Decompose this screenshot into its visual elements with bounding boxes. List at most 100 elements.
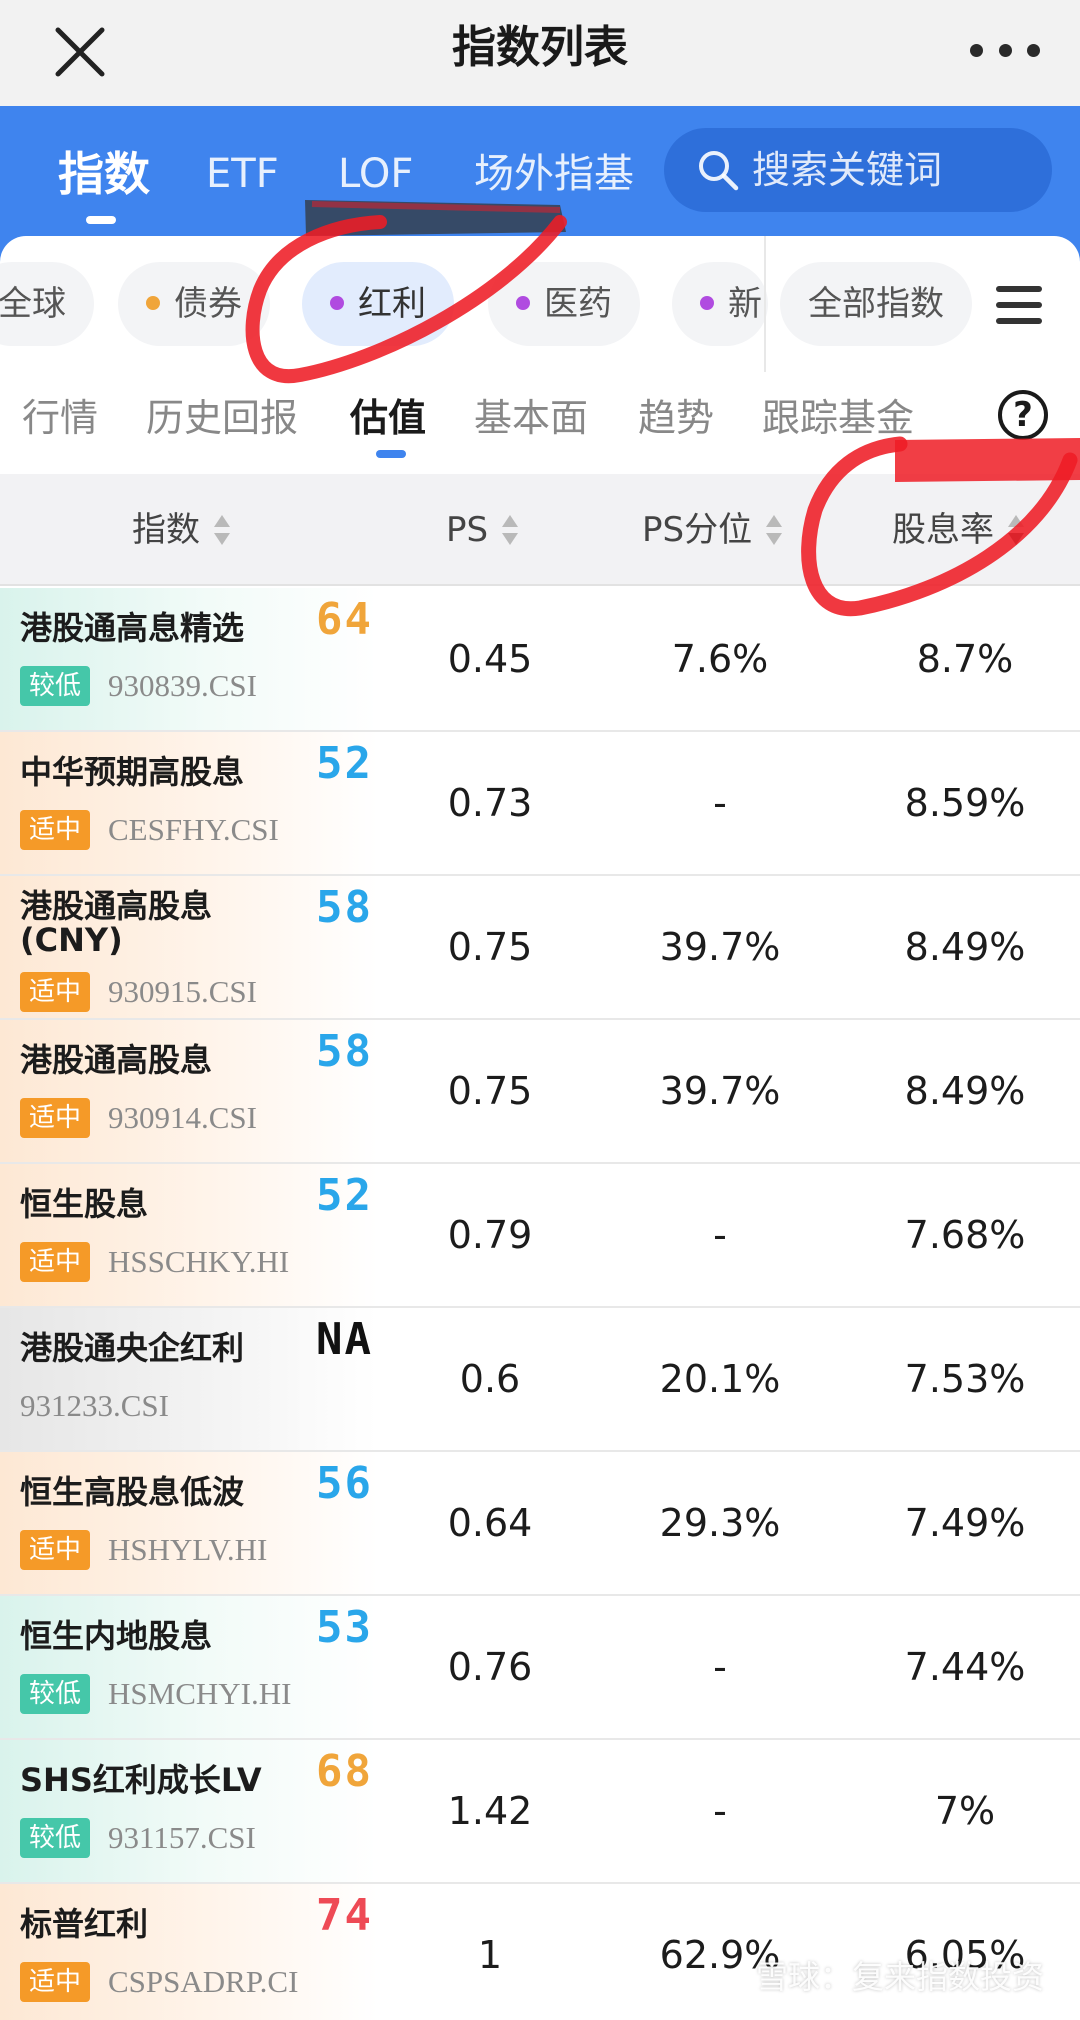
category-chip-pharma[interactable]: 医药: [488, 262, 640, 346]
ps-percentile-value: -: [713, 781, 727, 825]
valuation-badge: 较低: [20, 666, 90, 706]
chip-divider: [764, 236, 766, 372]
column-header-dividend-yield[interactable]: 股息率: [892, 474, 1026, 586]
index-code: CSPSADRP.CI: [108, 1964, 299, 1999]
dot-icon: [146, 295, 160, 310]
valuation-badge: 适中: [20, 810, 90, 850]
ps-value: 0.6: [459, 1357, 521, 1401]
subtab-fundamentals[interactable]: 基本面: [474, 390, 588, 446]
ps-percentile-value: 29.3%: [659, 1501, 781, 1545]
table-row[interactable]: SHS红利成长LV 较低 931157.CSI 68 1.42 - 7%: [0, 1740, 1080, 1884]
column-header-ps[interactable]: PS: [446, 474, 520, 586]
ps-percentile-value: 39.7%: [659, 1069, 781, 1113]
table-row[interactable]: 港股通高股息 (CNY) 适中 930915.CSI 58 0.75 39.7% 8.49%: [0, 876, 1080, 1020]
table-row[interactable]: 中华预期高股息 适中 CESFHY.CSI 52 0.73 - 8.59%: [0, 732, 1080, 876]
category-chip-dividend[interactable]: 红利: [302, 262, 454, 346]
active-tab-indicator: [86, 216, 116, 224]
index-name: 中华预期高股息: [20, 753, 245, 791]
subtab-trend[interactable]: 趋势: [638, 390, 714, 446]
ps-value: 0.64: [447, 1501, 533, 1545]
ps-value: 0.79: [447, 1213, 533, 1257]
dividend-yield-value: 8.49%: [904, 925, 1026, 969]
index-name: 港股通高股息: [20, 1041, 213, 1079]
ps-value: 1: [477, 1933, 503, 1977]
ps-value: 0.75: [447, 1069, 533, 1113]
index-code: CESFHY.CSI: [108, 812, 279, 847]
ps-percentile-value: 39.7%: [659, 925, 781, 969]
index-name: 恒生股息: [20, 1185, 149, 1223]
valuation-badge: 适中: [20, 1098, 90, 1138]
search-input[interactable]: 搜索关键词: [664, 128, 1052, 212]
category-chip-bond[interactable]: 债券: [118, 262, 270, 346]
more-options-icon[interactable]: [970, 30, 1040, 70]
ps-percentile-value: -: [713, 1213, 727, 1257]
index-name: 标普红利: [20, 1905, 149, 1943]
valuation-badge: 较低: [20, 1818, 90, 1858]
dot-icon: [516, 295, 530, 310]
dividend-yield-value: 7.44%: [904, 1645, 1026, 1689]
search-icon: [699, 151, 739, 191]
subtab-quotes[interactable]: 行情: [22, 390, 98, 446]
valuation-badge: 适中: [20, 1242, 90, 1282]
tab-index[interactable]: 指数: [58, 146, 150, 202]
sort-icon: [214, 514, 230, 545]
index-code: HSHYLV.HI: [108, 1532, 268, 1567]
index-code: HSMCHYI.HI: [108, 1676, 292, 1711]
index-name: 港股通央企红利: [20, 1329, 245, 1367]
column-header-index[interactable]: 指数: [132, 474, 232, 586]
index-name: 恒生内地股息: [20, 1617, 213, 1655]
dividend-yield-value: 7.68%: [904, 1213, 1026, 1257]
table-header: 指数 PS PS分位 股息率: [0, 474, 1080, 586]
temperature-score: 56: [316, 1458, 373, 1509]
dot-icon: [700, 295, 714, 310]
temperature-score: 58: [316, 882, 373, 933]
ps-percentile-value: 7.6%: [671, 637, 769, 681]
dividend-yield-value: 7.49%: [904, 1501, 1026, 1545]
subtab-history-return[interactable]: 历史回报: [146, 390, 298, 446]
ps-percentile-value: -: [713, 1789, 727, 1833]
subtab-tracking-funds[interactable]: 跟踪基金: [762, 390, 914, 446]
index-name: 恒生高股息低波: [20, 1473, 245, 1511]
search-placeholder: 搜索关键词: [752, 148, 943, 192]
page-title: 指数列表: [452, 22, 628, 73]
sort-icon: [502, 514, 519, 545]
category-chip-new[interactable]: 新: [672, 262, 768, 346]
category-chip-global[interactable]: 全球: [0, 262, 94, 346]
temperature-score: 64: [316, 594, 373, 645]
tab-lof[interactable]: LOF: [338, 146, 413, 202]
table-row[interactable]: 港股通高股息 适中 930914.CSI 58 0.75 39.7% 8.49%: [0, 1020, 1080, 1164]
table-row[interactable]: 恒生股息 适中 HSSCHKY.HI 52 0.79 - 7.68%: [0, 1164, 1080, 1308]
table-row[interactable]: 恒生内地股息 较低 HSMCHYI.HI 53 0.76 - 7.44%: [0, 1596, 1080, 1740]
index-name-line2: (CNY): [20, 921, 123, 959]
table-row[interactable]: 港股通高息精选 较低 930839.CSI 64 0.45 7.6% 8.7%: [0, 588, 1080, 732]
ps-value: 0.73: [447, 781, 533, 825]
title-bar: 指数列表: [0, 0, 1080, 106]
dividend-yield-value: 8.59%: [904, 781, 1026, 825]
dot-icon: [330, 295, 344, 310]
index-code: HSSCHKY.HI: [108, 1244, 290, 1279]
index-name: 港股通高息精选: [20, 609, 245, 647]
temperature-score: 74: [316, 1890, 373, 1941]
menu-icon[interactable]: [996, 286, 1042, 324]
sort-desc-icon: [1008, 514, 1024, 545]
ps-value: 1.42: [447, 1789, 533, 1833]
help-icon[interactable]: ?: [998, 390, 1048, 440]
column-header-ps-percentile[interactable]: PS分位: [642, 474, 784, 586]
dividend-yield-value: 8.49%: [904, 1069, 1026, 1113]
tab-etf[interactable]: ETF: [206, 146, 279, 202]
table-row[interactable]: 恒生高股息低波 适中 HSHYLV.HI 56 0.64 29.3% 7.49%: [0, 1452, 1080, 1596]
ps-value: 0.75: [447, 925, 533, 969]
index-code: 930839.CSI: [108, 668, 257, 703]
temperature-score: 53: [316, 1602, 373, 1653]
temperature-score: NA: [316, 1314, 373, 1365]
ps-percentile-value: 20.1%: [659, 1357, 781, 1401]
active-subtab-indicator: [376, 450, 406, 458]
ps-value: 0.76: [447, 1645, 533, 1689]
ps-percentile-value: -: [713, 1645, 727, 1689]
temperature-score: 58: [316, 1026, 373, 1077]
table-row[interactable]: 港股通央企红利 931233.CSI NA 0.6 20.1% 7.53%: [0, 1308, 1080, 1452]
category-chip-all[interactable]: 全部指数: [780, 262, 972, 346]
index-code: 930915.CSI: [108, 974, 257, 1009]
subtab-valuation[interactable]: 估值: [350, 390, 426, 446]
tab-offsite-funds[interactable]: 场外指基: [474, 146, 634, 202]
